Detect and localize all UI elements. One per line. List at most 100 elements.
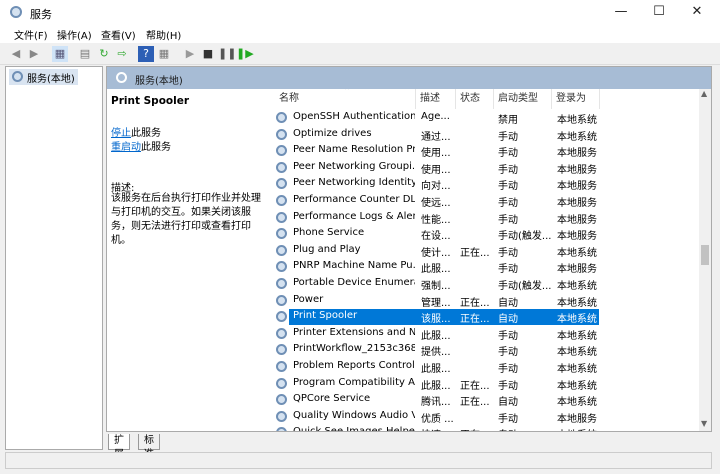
- maximize-button[interactable]: ☐: [642, 0, 676, 25]
- scroll-up-icon[interactable]: ▲: [701, 89, 707, 98]
- column-header-status[interactable]: 状态: [456, 89, 494, 109]
- cell-description: 腾讯...: [421, 397, 451, 409]
- services-icon: [10, 6, 22, 18]
- cell-logon-as: 本地系统: [557, 131, 597, 143]
- cell-startup-type: 自动: [498, 297, 518, 309]
- cell-name: Print Spooler: [293, 310, 358, 322]
- table-row[interactable]: Program Compatibility A... 此服... 正在... 手动 本地…: [271, 376, 699, 393]
- table-row[interactable]: Peer Networking Groupi... 使用... 手动 本地服务: [271, 160, 699, 177]
- cell-logon-as: 本地系统: [557, 115, 597, 126]
- cell-startup-type: 手动: [498, 214, 518, 226]
- restart-service-link[interactable]: 重启动: [111, 142, 141, 153]
- table-row[interactable]: Problem Reports Control... 此服... 手动 本地系统: [271, 359, 699, 376]
- table-row[interactable]: Printer Extensions and N... 此服... 手动 本地系统: [271, 326, 699, 343]
- service-gear-icon: [276, 294, 287, 306]
- service-gear-icon: [276, 377, 287, 389]
- cell-startup-type: 手动: [498, 413, 518, 425]
- cell-description: 在设...: [421, 231, 451, 243]
- column-header-startup-type[interactable]: 启动类型: [494, 89, 552, 109]
- cell-logon-as: 本地服务: [557, 164, 597, 176]
- table-row[interactable]: Quality Windows Audio V... 优质 ... 手动 本地服务: [271, 409, 699, 426]
- cell-name: Plug and Play: [293, 243, 361, 255]
- table-row[interactable]: Optimize drives 通过... 手动 本地系统: [271, 127, 699, 144]
- help-icon[interactable]: ?: [138, 46, 154, 62]
- cell-startup-type: 手动: [498, 364, 518, 375]
- tree-node-services-local[interactable]: 服务(本地): [9, 69, 78, 85]
- column-header-description[interactable]: 描述: [416, 89, 456, 109]
- tab-extended[interactable]: 扩展: [108, 434, 130, 460]
- cell-description: 此服...: [421, 330, 451, 342]
- cell-logon-as: 本地服务: [557, 413, 597, 425]
- stop-icon[interactable]: ■: [200, 46, 216, 62]
- menu-action[interactable]: 操作(A): [57, 27, 92, 42]
- start-icon[interactable]: ▶: [182, 46, 198, 62]
- service-gear-icon: [276, 161, 287, 173]
- table-row[interactable]: Performance Logs & Aler... 性能... 手动 本地服务: [271, 210, 699, 227]
- table-row[interactable]: Peer Networking Identity... 向对... 手动 本地服务: [271, 176, 699, 193]
- table-row[interactable]: Portable Device Enumera... 强制... 手动(触发... 本…: [271, 276, 699, 293]
- cell-logon-as: 本地服务: [557, 198, 597, 209]
- cell-logon-as: 本地服务: [557, 148, 597, 160]
- cell-description: 强制...: [421, 281, 451, 292]
- close-button[interactable]: ✕: [680, 0, 714, 25]
- table-row[interactable]: Quick See Images Helpe... 快速...正在...自动本地系…: [271, 425, 699, 431]
- cell-startup-type: 手动: [498, 264, 518, 276]
- cell-startup-type: 手动: [498, 181, 518, 193]
- cell-logon-as: 本地系统: [557, 426, 605, 431]
- toolbar: ◀ ▶ ▦ ▤ ↻ ⇨ ? ▦ ▶ ■ ❚❚ ❚▶: [0, 43, 720, 65]
- table-row[interactable]: Power 管理... 正在... 自动 本地系统: [271, 293, 699, 310]
- view-icon[interactable]: ▦: [156, 46, 172, 62]
- tab-standard[interactable]: 标准: [138, 434, 160, 460]
- table-row[interactable]: PrintWorkflow_2153c368 提供... 手动 本地系统: [271, 342, 699, 359]
- table-row[interactable]: PNRP Machine Name Pu... 此服... 手动 本地服务: [271, 259, 699, 276]
- table-row[interactable]: OpenSSH Authentication ... Age... 禁用 本地系统: [271, 110, 699, 127]
- cell-description: Age...: [421, 111, 450, 122]
- refresh-icon[interactable]: ↻: [96, 46, 112, 62]
- pane-title: 服务(本地): [135, 76, 183, 87]
- cell-status: 正在...: [460, 314, 490, 326]
- cell-status: 正在...: [460, 397, 490, 409]
- cell-startup-type: 手动(触发...: [498, 281, 552, 292]
- menu-file[interactable]: 文件(F): [14, 27, 48, 42]
- table-row[interactable]: Print Spooler 该服... 正在... 自动 本地系统: [271, 309, 699, 326]
- scrollbar-thumb[interactable]: [701, 245, 709, 265]
- restart-icon[interactable]: ❚▶: [236, 46, 254, 62]
- export-icon[interactable]: ⇨: [114, 46, 130, 62]
- cell-logon-as: 本地服务: [557, 231, 597, 243]
- cell-description: 快速...: [421, 426, 457, 431]
- column-header-logon-as[interactable]: 登录为: [552, 89, 600, 109]
- cell-description: 提供...: [421, 347, 451, 359]
- cell-name: Portable Device Enumera...: [293, 277, 415, 288]
- table-row[interactable]: QPCore Service 腾讯... 正在... 自动 本地系统: [271, 392, 699, 409]
- pause-icon[interactable]: ❚❚: [218, 46, 236, 62]
- cell-description: 优质 ...: [421, 413, 454, 425]
- cell-logon-as: 本地系统: [557, 330, 597, 342]
- table-row[interactable]: Performance Counter DL... 使远... 手动 本地服务: [271, 193, 699, 210]
- cell-name: Phone Service: [293, 227, 365, 239]
- cell-status: 正在...: [460, 380, 490, 392]
- cell-logon-as: 本地服务: [557, 181, 597, 193]
- table-row[interactable]: Phone Service 在设... 手动(触发... 本地服务: [271, 226, 699, 243]
- cell-logon-as: 本地系统: [557, 247, 597, 259]
- table-row[interactable]: Peer Name Resolution Pr... 使用... 手动 本地服务: [271, 143, 699, 160]
- cell-startup-type: 手动: [498, 330, 518, 342]
- vertical-scrollbar[interactable]: ▲ ▼: [699, 89, 711, 431]
- scroll-down-icon[interactable]: ▼: [701, 419, 707, 428]
- column-header-name[interactable]: 名称 ⌃: [275, 89, 416, 109]
- menu-view[interactable]: 查看(V): [101, 27, 136, 42]
- cell-name: Peer Name Resolution Pr...: [293, 144, 415, 156]
- cell-logon-as: 本地系统: [557, 281, 597, 292]
- properties-icon[interactable]: ▤: [77, 46, 93, 62]
- cell-description: 使用...: [421, 148, 451, 160]
- minimize-button[interactable]: —: [604, 0, 638, 25]
- show-tree-icon[interactable]: ▦: [52, 46, 68, 62]
- description-text: 该服务在后台执行打印作业并处理与打印机的交互。如果关闭该服务，则无法进行打印或查…: [111, 193, 261, 246]
- back-icon[interactable]: ◀: [8, 46, 24, 62]
- restart-suffix: 此服务: [141, 142, 171, 153]
- cell-logon-as: 本地系统: [557, 297, 597, 309]
- menu-help[interactable]: 帮助(H): [146, 27, 181, 42]
- service-gear-icon: [276, 178, 287, 190]
- description-panel: Print Spooler 停止此服务 重启动此服务 描述: 该服务在后台执行打…: [107, 89, 271, 431]
- table-row[interactable]: Plug and Play 使计... 正在... 手动 本地系统: [271, 243, 699, 260]
- forward-icon[interactable]: ▶: [26, 46, 42, 62]
